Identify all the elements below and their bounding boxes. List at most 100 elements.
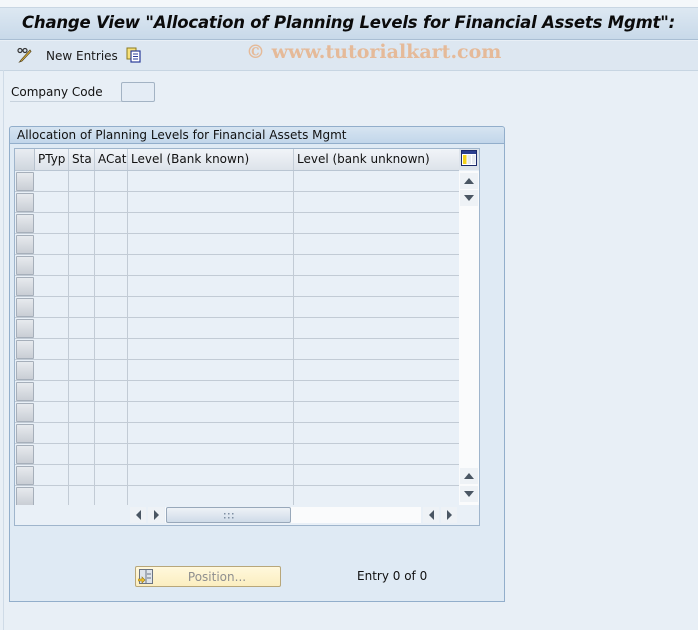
cell-level-bank-unknown[interactable] bbox=[294, 381, 459, 401]
cell-level-bank-known[interactable] bbox=[128, 297, 294, 317]
cell-level-bank-unknown[interactable] bbox=[294, 360, 459, 380]
display-change-button[interactable] bbox=[16, 46, 34, 66]
cell-ptyp[interactable] bbox=[35, 297, 69, 317]
copy-as-button[interactable] bbox=[126, 46, 142, 66]
cell-level-bank-unknown[interactable] bbox=[294, 423, 459, 443]
cell-level-bank-known[interactable] bbox=[128, 318, 294, 338]
company-code-input[interactable] bbox=[121, 82, 155, 102]
cell-level-bank-known[interactable] bbox=[128, 423, 294, 443]
cell-level-bank-known[interactable] bbox=[128, 465, 294, 485]
cell-acat[interactable] bbox=[95, 486, 128, 506]
cell-level-bank-known[interactable] bbox=[128, 192, 294, 212]
cell-acat[interactable] bbox=[95, 444, 128, 464]
cell-level-bank-unknown[interactable] bbox=[294, 192, 459, 212]
cell-acat[interactable] bbox=[95, 465, 128, 485]
cell-ptyp[interactable] bbox=[35, 213, 69, 233]
cell-ptyp[interactable] bbox=[35, 255, 69, 275]
scroll-right-button[interactable] bbox=[148, 507, 164, 523]
row-selector-button[interactable] bbox=[16, 172, 34, 191]
cell-level-bank-known[interactable] bbox=[128, 171, 294, 191]
cell-ptyp[interactable] bbox=[35, 276, 69, 296]
horizontal-scroll-track[interactable] bbox=[165, 507, 421, 523]
row-selector-button[interactable] bbox=[16, 487, 34, 506]
scroll-up-button[interactable] bbox=[460, 173, 478, 189]
cell-level-bank-unknown[interactable] bbox=[294, 465, 459, 485]
scroll-right-end-button[interactable] bbox=[441, 507, 457, 523]
cell-acat[interactable] bbox=[95, 276, 128, 296]
row-selector-button[interactable] bbox=[16, 424, 34, 443]
cell-ptyp[interactable] bbox=[35, 486, 69, 506]
cell-level-bank-unknown[interactable] bbox=[294, 339, 459, 359]
cell-sta[interactable] bbox=[69, 255, 95, 275]
row-selector-button[interactable] bbox=[16, 403, 34, 422]
cell-acat[interactable] bbox=[95, 213, 128, 233]
cell-acat[interactable] bbox=[95, 171, 128, 191]
row-selector-button[interactable] bbox=[16, 235, 34, 254]
cell-sta[interactable] bbox=[69, 360, 95, 380]
row-selector-button[interactable] bbox=[16, 466, 34, 485]
cell-level-bank-known[interactable] bbox=[128, 444, 294, 464]
select-all-button[interactable] bbox=[15, 149, 35, 170]
cell-acat[interactable] bbox=[95, 402, 128, 422]
row-selector-button[interactable] bbox=[16, 382, 34, 401]
scroll-down-end-button[interactable] bbox=[460, 486, 478, 502]
cell-ptyp[interactable] bbox=[35, 381, 69, 401]
cell-acat[interactable] bbox=[95, 192, 128, 212]
scroll-left-end-button[interactable] bbox=[423, 507, 439, 523]
cell-level-bank-unknown[interactable] bbox=[294, 276, 459, 296]
cell-sta[interactable] bbox=[69, 465, 95, 485]
cell-level-bank-known[interactable] bbox=[128, 402, 294, 422]
cell-level-bank-known[interactable] bbox=[128, 234, 294, 254]
cell-ptyp[interactable] bbox=[35, 444, 69, 464]
cell-acat[interactable] bbox=[95, 360, 128, 380]
row-selector-button[interactable] bbox=[16, 298, 34, 317]
row-selector-button[interactable] bbox=[16, 256, 34, 275]
horizontal-scrollbar[interactable] bbox=[15, 505, 479, 525]
column-header-sta[interactable]: Sta bbox=[69, 149, 95, 170]
cell-level-bank-unknown[interactable] bbox=[294, 297, 459, 317]
cell-level-bank-unknown[interactable] bbox=[294, 171, 459, 191]
cell-sta[interactable] bbox=[69, 213, 95, 233]
scroll-left-button[interactable] bbox=[130, 507, 146, 523]
row-selector-button[interactable] bbox=[16, 361, 34, 380]
cell-acat[interactable] bbox=[95, 297, 128, 317]
cell-level-bank-known[interactable] bbox=[128, 486, 294, 506]
cell-sta[interactable] bbox=[69, 486, 95, 506]
cell-acat[interactable] bbox=[95, 255, 128, 275]
cell-sta[interactable] bbox=[69, 381, 95, 401]
cell-sta[interactable] bbox=[69, 318, 95, 338]
cell-acat[interactable] bbox=[95, 234, 128, 254]
new-entries-button[interactable]: New Entries bbox=[36, 46, 118, 66]
scroll-up-end-button[interactable] bbox=[460, 468, 478, 484]
row-selector-button[interactable] bbox=[16, 340, 34, 359]
cell-sta[interactable] bbox=[69, 339, 95, 359]
cell-acat[interactable] bbox=[95, 381, 128, 401]
cell-level-bank-unknown[interactable] bbox=[294, 486, 459, 506]
row-selector-button[interactable] bbox=[16, 277, 34, 296]
cell-level-bank-known[interactable] bbox=[128, 339, 294, 359]
cell-level-bank-unknown[interactable] bbox=[294, 255, 459, 275]
scroll-down-button[interactable] bbox=[460, 190, 478, 206]
cell-sta[interactable] bbox=[69, 276, 95, 296]
cell-level-bank-known[interactable] bbox=[128, 360, 294, 380]
cell-sta[interactable] bbox=[69, 444, 95, 464]
column-header-acat[interactable]: ACat bbox=[95, 149, 128, 170]
row-selector-button[interactable] bbox=[16, 214, 34, 233]
horizontal-scroll-thumb[interactable] bbox=[166, 507, 291, 523]
cell-acat[interactable] bbox=[95, 423, 128, 443]
cell-ptyp[interactable] bbox=[35, 339, 69, 359]
cell-ptyp[interactable] bbox=[35, 171, 69, 191]
cell-sta[interactable] bbox=[69, 234, 95, 254]
cell-level-bank-unknown[interactable] bbox=[294, 213, 459, 233]
vertical-scrollbar[interactable] bbox=[459, 171, 479, 505]
cell-level-bank-known[interactable] bbox=[128, 276, 294, 296]
cell-ptyp[interactable] bbox=[35, 465, 69, 485]
cell-acat[interactable] bbox=[95, 339, 128, 359]
column-header-ptyp[interactable]: PTyp bbox=[35, 149, 69, 170]
cell-ptyp[interactable] bbox=[35, 402, 69, 422]
cell-ptyp[interactable] bbox=[35, 318, 69, 338]
position-button[interactable]: Position... bbox=[135, 566, 281, 587]
cell-ptyp[interactable] bbox=[35, 360, 69, 380]
column-settings-button[interactable] bbox=[459, 149, 479, 170]
cell-ptyp[interactable] bbox=[35, 423, 69, 443]
